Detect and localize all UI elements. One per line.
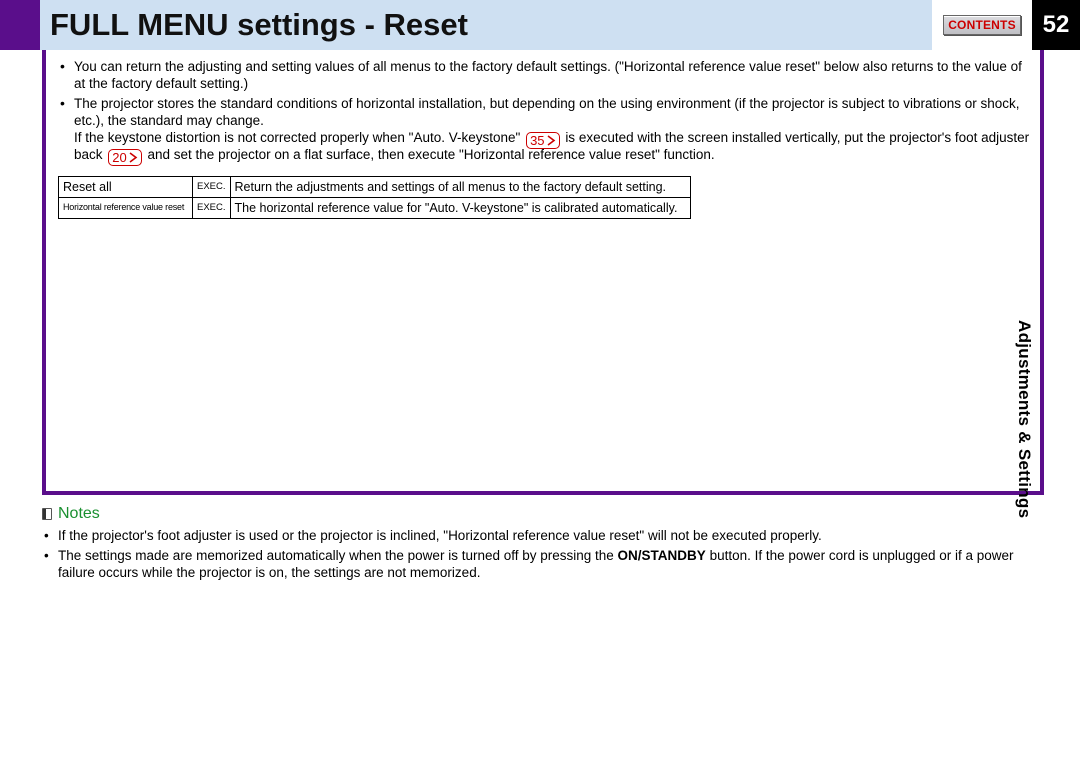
body-bullet-1: You can return the adjusting and setting…	[58, 58, 1032, 93]
table-cell-exec: EXEC.	[193, 197, 231, 218]
contents-button-wrap: CONTENTS	[938, 0, 1026, 50]
body-bullet-2-line1: The projector stores the standard condit…	[74, 96, 1020, 128]
notes-heading-text: Notes	[58, 505, 100, 523]
page-ref-number: 20	[112, 151, 126, 164]
page-ref-badge-35[interactable]: 35	[526, 132, 559, 149]
page-ref-badge-20[interactable]: 20	[108, 149, 141, 166]
table-row: Horizontal reference value reset EXEC. T…	[59, 197, 691, 218]
table-cell-desc: The horizontal reference value for "Auto…	[230, 197, 690, 218]
reset-table: Reset all EXEC. Return the adjustments a…	[58, 176, 691, 219]
table-cell-exec: EXEC.	[193, 176, 231, 197]
body-bullet-1-text: You can return the adjusting and setting…	[74, 59, 1022, 91]
note-2-pre: The settings made are memorized automati…	[58, 548, 618, 563]
page-number: 52	[1032, 0, 1080, 50]
note-item-2: The settings made are memorized automati…	[42, 547, 1042, 582]
body-bullet-2: The projector stores the standard condit…	[58, 95, 1032, 164]
contents-button[interactable]: CONTENTS	[943, 15, 1021, 35]
table-row: Reset all EXEC. Return the adjustments a…	[59, 176, 691, 197]
header-accent-block	[0, 0, 40, 50]
chevron-right-icon	[547, 135, 556, 146]
side-section-label: Adjustments & Settings	[1014, 320, 1034, 518]
body-bullet-2-line2c: and set the projector on a flat surface,…	[148, 147, 715, 162]
notes-section: Notes If the projector's foot adjuster i…	[42, 505, 1042, 582]
table-cell-name: Horizontal reference value reset	[59, 197, 193, 218]
body-bullet-2-line2a: If the keystone distortion is not correc…	[74, 130, 524, 145]
table-cell-desc: Return the adjustments and settings of a…	[230, 176, 690, 197]
note-1-text: If the projector's foot adjuster is used…	[58, 528, 822, 543]
notes-heading: Notes	[42, 505, 1042, 523]
table-cell-name: Reset all	[59, 176, 193, 197]
page-ref-number: 35	[530, 134, 544, 147]
notes-list: If the projector's foot adjuster is used…	[42, 527, 1042, 582]
body-bullet-list: You can return the adjusting and setting…	[58, 58, 1032, 164]
note-item-1: If the projector's foot adjuster is used…	[42, 527, 1042, 545]
header-bar: FULL MENU settings - Reset CONTENTS 52	[0, 0, 1080, 50]
note-2-bold: ON/STANDBY	[618, 548, 706, 563]
header-title-area: FULL MENU settings - Reset	[40, 0, 932, 50]
note-icon	[42, 508, 52, 520]
page-title: FULL MENU settings - Reset	[50, 7, 468, 43]
main-content: You can return the adjusting and setting…	[42, 50, 1044, 495]
chevron-right-icon	[129, 152, 138, 163]
